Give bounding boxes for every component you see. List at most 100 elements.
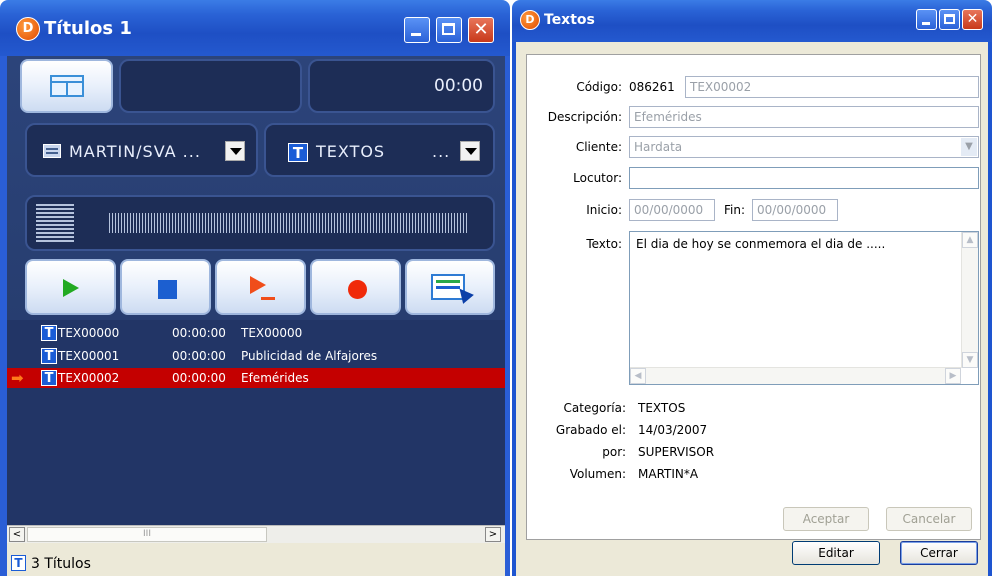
por-label: por:	[602, 445, 626, 459]
play-to-end-icon	[250, 276, 266, 294]
aceptar-button[interactable]: Aceptar	[783, 507, 869, 531]
item-name: Publicidad de Alfajores	[241, 349, 378, 363]
horizontal-scrollbar[interactable]: < III >	[7, 525, 505, 543]
display-panel	[119, 59, 302, 113]
list-item-selected[interactable]: ➡ T TEX00002 00:00:00 Efemérides	[7, 368, 505, 388]
codigo-field[interactable]: TEX00002	[685, 76, 979, 98]
editar-button[interactable]: Editar	[792, 541, 880, 565]
scroll-thumb[interactable]: III	[27, 527, 267, 542]
fin-field[interactable]: 00/00/0000	[752, 199, 838, 221]
window-title: Títulos 1	[44, 18, 132, 39]
category-combo[interactable]: T TEXTOS ...	[264, 123, 495, 177]
waveform-bar	[109, 213, 469, 233]
locutor-label: Locutor:	[573, 171, 622, 185]
scroll-grip-icon: III	[143, 529, 151, 539]
grabado-label: Grabado el:	[555, 423, 626, 437]
minimize-icon	[411, 33, 421, 36]
locutor-field[interactable]	[629, 167, 979, 189]
scroll-left-icon[interactable]: <	[9, 527, 25, 542]
play-icon	[63, 279, 79, 297]
texts-form-area: Código: 086261 TEX00002 Descripción: Efe…	[516, 42, 988, 576]
time-panel: 00:00	[308, 59, 495, 113]
list-item[interactable]: T TEX00001 00:00:00 Publicidad de Alfajo…	[7, 346, 505, 366]
text-type-icon: T	[11, 555, 26, 571]
volumen-label: Volumen:	[569, 467, 626, 481]
window-border	[505, 56, 510, 576]
texto-value: El dia de hoy se conmemora el dia de ...…	[636, 237, 886, 251]
close-icon: ✕	[966, 11, 979, 27]
close-button[interactable]: ✕	[468, 17, 494, 43]
category-combo-ellipsis: ...	[432, 142, 451, 161]
item-id: TEX00002	[58, 371, 120, 385]
scroll-right-icon[interactable]: ▶	[945, 368, 961, 384]
chevron-down-icon[interactable]	[460, 141, 480, 161]
layout-icon	[50, 75, 84, 97]
maximize-button[interactable]	[436, 17, 462, 43]
chevron-down-icon[interactable]: ▼	[961, 138, 977, 156]
item-duration: 00:00:00	[172, 326, 226, 340]
descripcion-field[interactable]: Efemérides	[629, 106, 979, 128]
cancelar-button[interactable]: Cancelar	[886, 507, 972, 531]
volumen-value: MARTIN*A	[638, 467, 699, 481]
grabado-value: 14/03/2007	[638, 423, 708, 437]
cliente-select[interactable]: Hardata ▼	[629, 136, 979, 158]
app-logo-icon: D	[16, 17, 40, 41]
inicio-label: Inicio:	[586, 203, 622, 217]
level-meter-panel	[25, 195, 495, 251]
maximize-button[interactable]	[939, 9, 960, 30]
minimize-icon	[922, 22, 930, 25]
category-combo-value: TEXTOS	[316, 142, 386, 161]
minimize-button[interactable]	[916, 9, 937, 30]
item-duration: 00:00:00	[172, 349, 226, 363]
maximize-icon	[442, 23, 455, 35]
cliente-value: Hardata	[634, 140, 683, 154]
close-button[interactable]: ✕	[962, 9, 983, 30]
titles-window: D Títulos 1 ✕ 00:00 MARTIN/SVA ... T TEX…	[0, 0, 510, 576]
item-name: Efemérides	[241, 371, 309, 385]
fin-label: Fin:	[724, 203, 746, 217]
window-border	[988, 42, 992, 576]
cerrar-button[interactable]: Cerrar	[900, 541, 978, 565]
window-title: Textos	[544, 12, 595, 28]
minimize-button[interactable]	[404, 17, 430, 43]
stop-button[interactable]	[120, 259, 211, 315]
maximize-icon	[944, 14, 955, 24]
scroll-right-icon[interactable]: >	[485, 527, 501, 542]
scroll-up-icon[interactable]: ▲	[962, 232, 978, 248]
titles-list[interactable]: T TEX00000 00:00:00 TEX00000 T TEX00001 …	[7, 320, 505, 525]
codigo-label: Código:	[576, 80, 622, 94]
categoria-label: Categoría:	[563, 401, 626, 415]
layout-toggle-button[interactable]	[20, 59, 113, 113]
item-id: TEX00000	[58, 326, 120, 340]
texto-label: Texto:	[586, 237, 622, 251]
list-item[interactable]: T TEX00000 00:00:00 TEX00000	[7, 323, 505, 343]
item-id: TEX00001	[58, 349, 120, 363]
status-bar: T 3 Títulos	[7, 543, 505, 576]
select-list-button[interactable]	[405, 259, 495, 315]
inicio-field[interactable]: 00/00/0000	[629, 199, 715, 221]
source-icon	[43, 144, 61, 158]
source-combo[interactable]: MARTIN/SVA ...	[25, 123, 258, 177]
text-type-icon: T	[288, 143, 308, 162]
vu-meter-icon	[36, 204, 74, 244]
stop-icon	[158, 280, 177, 299]
texto-textarea[interactable]: El dia de hoy se conmemora el dia de ...…	[629, 231, 979, 385]
titles-titlebar[interactable]: D Títulos 1 ✕	[0, 0, 510, 56]
window-border	[0, 56, 7, 576]
vertical-scrollbar[interactable]: ▲ ▼	[961, 232, 978, 368]
record-button[interactable]	[310, 259, 401, 315]
source-combo-value: MARTIN/SVA ...	[69, 142, 201, 161]
horizontal-scrollbar[interactable]: ◀ ▶	[630, 367, 961, 384]
item-duration: 00:00:00	[172, 371, 226, 385]
play-button[interactable]	[25, 259, 116, 315]
scroll-left-icon[interactable]: ◀	[630, 368, 646, 384]
time-display: 00:00	[434, 76, 483, 96]
current-item-arrow-icon: ➡	[11, 369, 24, 387]
scroll-down-icon[interactable]: ▼	[962, 352, 978, 368]
texts-window: D Textos ✕ Código: 086261 TEX00002 Descr…	[512, 0, 992, 576]
app-logo-icon: D	[520, 10, 540, 30]
chevron-down-icon[interactable]	[225, 141, 245, 161]
text-type-icon: T	[41, 348, 57, 364]
texts-titlebar[interactable]: D Textos ✕	[512, 0, 992, 42]
play-to-end-button[interactable]	[215, 259, 306, 315]
